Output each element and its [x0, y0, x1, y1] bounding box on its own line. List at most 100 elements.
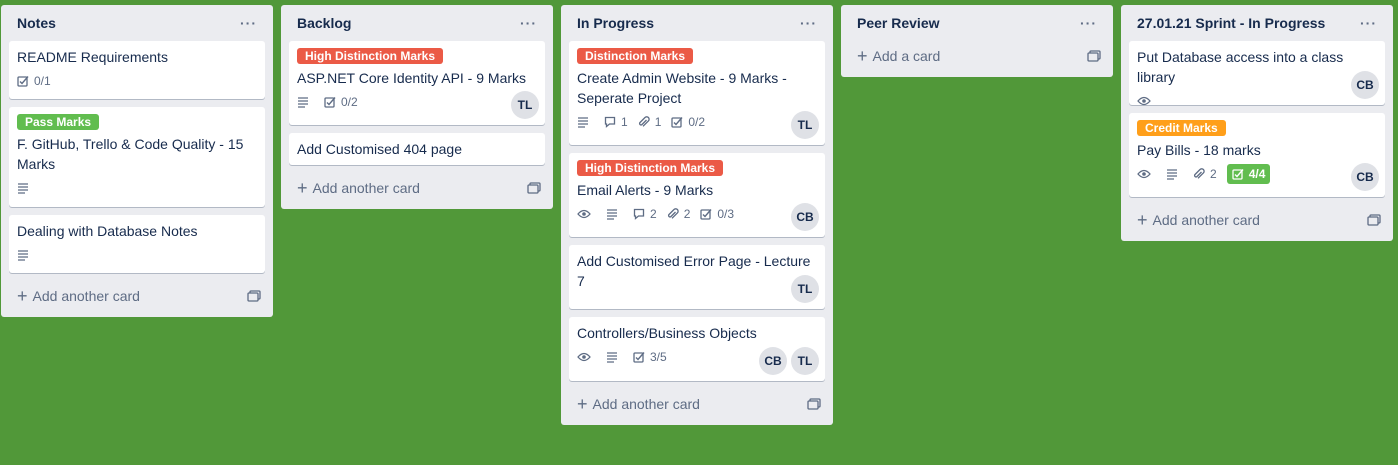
list-backlog: Backlog ··· High Distinction Marks ASP.N… [281, 5, 553, 209]
card-label-orange: Credit Marks [1137, 120, 1226, 136]
list-header: Peer Review ··· [849, 5, 1105, 41]
list-menu-button[interactable]: ··· [1356, 15, 1381, 31]
card-label-red: Distinction Marks [577, 48, 694, 64]
card[interactable]: Controllers/Business Objects 3/5 CB TL [569, 317, 825, 381]
card[interactable]: Add Customised 404 page [289, 133, 545, 165]
card-members: TL [507, 91, 539, 119]
card[interactable]: Dealing with Database Notes [9, 215, 265, 273]
avatar[interactable]: CB [1351, 71, 1379, 99]
add-card-button[interactable]: + Add another card [569, 389, 825, 419]
card-badges [17, 178, 257, 198]
avatar[interactable]: CB [791, 203, 819, 231]
add-card-button[interactable]: + Add another card [1129, 205, 1385, 235]
list-title[interactable]: In Progress [577, 15, 654, 31]
add-card-button[interactable]: + Add another card [9, 281, 265, 311]
plus-icon: + [577, 394, 588, 414]
checklist-badge: 0/1 [17, 71, 51, 91]
card-badges [17, 245, 257, 265]
card[interactable]: High Distinction Marks ASP.NET Core Iden… [289, 41, 545, 125]
list-header: Backlog ··· [289, 5, 545, 41]
attachments-badge: 2 [667, 204, 691, 224]
card-badges [1137, 91, 1377, 111]
list-title[interactable]: 27.01.21 Sprint - In Progress [1137, 15, 1325, 31]
card[interactable]: Pass Marks F. GitHub, Trello & Code Qual… [9, 107, 265, 207]
comment-icon [604, 116, 616, 128]
list-header: Notes ··· [9, 5, 265, 41]
card[interactable]: Add Customised Error Page - Lecture 7 TL [569, 245, 825, 309]
card-template-icon[interactable] [527, 182, 541, 194]
card-title: Put Database access into a class library [1137, 49, 1344, 85]
list-menu-button[interactable]: ··· [236, 15, 261, 31]
list-menu-button[interactable]: ··· [1076, 15, 1101, 31]
card[interactable]: Distinction Marks Create Admin Website -… [569, 41, 825, 145]
card-template-icon[interactable] [1367, 214, 1381, 226]
list-notes: Notes ··· README Requirements 0/1 Pass M… [1, 5, 273, 317]
card-badges: 2 2 0/3 [577, 204, 817, 224]
plus-icon: + [857, 46, 868, 66]
checklist-icon [17, 76, 29, 87]
avatar[interactable]: CB [759, 347, 787, 375]
list-title[interactable]: Peer Review [857, 15, 940, 31]
checklist-icon [1232, 169, 1244, 180]
list-header: 27.01.21 Sprint - In Progress ··· [1129, 5, 1385, 41]
attachments-count: 2 [683, 207, 691, 221]
avatar[interactable]: TL [511, 91, 539, 119]
add-card-label: Add another card [592, 396, 700, 412]
plus-icon: + [1137, 210, 1148, 230]
list-menu-button[interactable]: ··· [516, 15, 541, 31]
list-header: In Progress ··· [569, 5, 825, 41]
description-badge [17, 245, 34, 265]
checklist-badge: 0/2 [671, 112, 705, 132]
card[interactable]: High Distinction Marks Email Alerts - 9 … [569, 153, 825, 237]
card-title: Pay Bills - 18 marks [1137, 142, 1261, 158]
eye-icon [577, 209, 591, 219]
attachments-count: 2 [1210, 167, 1217, 181]
avatar[interactable]: TL [791, 347, 819, 375]
checklist-badge: 0/2 [324, 92, 358, 112]
card-title: Create Admin Website - 9 Marks - Seperat… [577, 70, 787, 106]
card[interactable]: Put Database access into a class library… [1129, 41, 1385, 106]
comments-badge: 2 [633, 204, 657, 224]
checklist-count: 0/1 [34, 74, 51, 88]
checklist-count: 3/5 [650, 350, 667, 364]
watch-badge [577, 347, 596, 367]
avatar[interactable]: TL [791, 275, 819, 303]
list-menu-button[interactable]: ··· [796, 15, 821, 31]
add-card-button[interactable]: + Add another card [289, 173, 545, 203]
card-title: Add Customised Error Page - Lecture 7 [577, 253, 811, 289]
card-title: ASP.NET Core Identity API - 9 Marks [297, 70, 527, 86]
description-badge [297, 92, 314, 112]
attachments-badge: 2 [1193, 164, 1217, 184]
attachment-icon [1193, 168, 1205, 179]
card-badges: 1 1 0/2 [577, 112, 817, 132]
card-template-icon[interactable] [807, 398, 821, 410]
add-card-label: Add another card [1152, 212, 1260, 228]
watch-badge [577, 204, 596, 224]
list-title[interactable]: Backlog [297, 15, 351, 31]
card[interactable]: README Requirements 0/1 [9, 41, 265, 99]
card-title: Dealing with Database Notes [17, 223, 198, 239]
description-badge [577, 112, 594, 132]
description-badge [17, 178, 34, 198]
list-title[interactable]: Notes [17, 15, 56, 31]
attachment-icon [667, 208, 679, 219]
list-sprint-in-progress: 27.01.21 Sprint - In Progress ··· Put Da… [1121, 5, 1393, 241]
comment-icon [633, 208, 645, 220]
checklist-complete-badge: 4/4 [1226, 164, 1271, 184]
card[interactable]: Credit Marks Pay Bills - 18 marks 2 4/4 [1129, 113, 1385, 197]
add-card-button[interactable]: + Add a card [849, 41, 1105, 71]
card-template-icon[interactable] [247, 290, 261, 302]
checklist-count: 0/3 [717, 207, 735, 221]
list-in-progress: In Progress ··· Distinction Marks Create… [561, 5, 833, 425]
checklist-icon [324, 97, 336, 108]
card-template-icon[interactable] [1087, 50, 1101, 62]
watch-badge [1137, 164, 1156, 184]
avatar[interactable]: CB [1351, 163, 1379, 191]
board: Notes ··· README Requirements 0/1 Pass M… [0, 0, 1398, 465]
avatar[interactable]: TL [791, 111, 819, 139]
description-icon [578, 117, 588, 128]
plus-icon: + [17, 286, 28, 306]
card-badges: 0/1 [17, 71, 257, 91]
checklist-icon [633, 352, 645, 363]
card-title: README Requirements [17, 49, 168, 65]
